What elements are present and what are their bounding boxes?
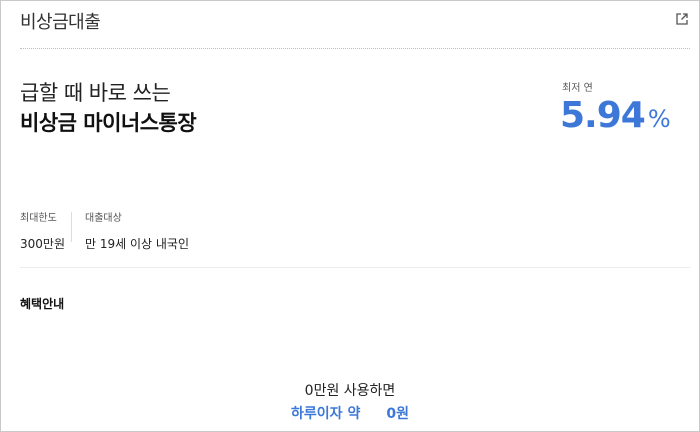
info-value: 300만원 xyxy=(20,237,65,251)
section-divider xyxy=(20,267,690,268)
benefit-section-title: 혜택안내 xyxy=(20,297,65,311)
rate-value: 5.94 xyxy=(560,95,646,136)
info-max-limit: 최대한도 300만원 xyxy=(20,209,65,252)
page-title: 비상금대출 xyxy=(20,12,101,33)
header-divider xyxy=(20,48,690,49)
info-eligibility: 대출대상 만 19세 이상 내국인 xyxy=(85,209,189,252)
headline-subtitle: 급할 때 바로 쓰는 xyxy=(20,81,171,105)
rate-unit: % xyxy=(647,105,671,133)
usage-amount-text: 0만원 사용하면 xyxy=(304,383,396,399)
info-divider xyxy=(71,212,72,242)
info-label: 최대한도 xyxy=(20,213,57,224)
daily-interest-value: 0원 xyxy=(386,406,409,422)
loan-product-card: 비상금대출 급할 때 바로 쓰는 비상금 마이너스통장 최저 연 5.94 % … xyxy=(0,0,700,432)
daily-interest-label: 하루이자 약 xyxy=(291,406,361,422)
share-button[interactable] xyxy=(673,10,691,28)
info-label: 대출대상 xyxy=(85,213,122,224)
daily-interest: 하루이자 약 0원 xyxy=(1,403,699,423)
rate-display: 5.94 % xyxy=(560,94,671,138)
rate-label: 최저 연 xyxy=(562,83,593,94)
headline-product-name: 비상금 마이너스통장 xyxy=(20,111,197,135)
share-external-icon xyxy=(676,13,688,25)
header: 비상금대출 xyxy=(1,1,699,49)
info-value: 만 19세 이상 내국인 xyxy=(85,237,189,251)
